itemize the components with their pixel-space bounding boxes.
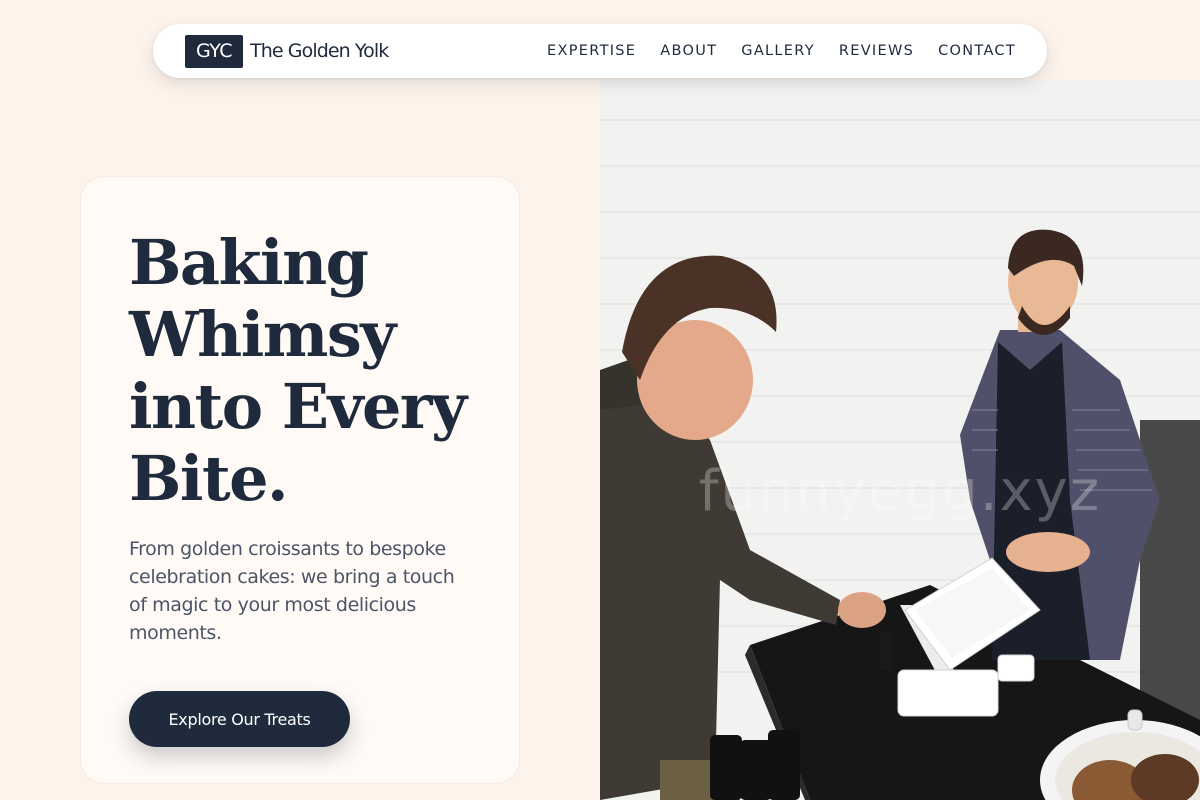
nav-link-contact[interactable]: CONTACT [938, 43, 1016, 59]
main-nav: GYC The Golden Yolk EXPERTISE ABOUT GALL… [153, 24, 1047, 78]
nav-link-reviews[interactable]: REVIEWS [839, 43, 914, 59]
hero-card: Baking Whimsy into Every Bite. From gold… [80, 176, 520, 784]
nav-link-about[interactable]: ABOUT [660, 43, 717, 59]
explore-treats-button[interactable]: Explore Our Treats [129, 691, 350, 747]
hero-title-line: Whimsy [129, 298, 396, 371]
brand-mark: GYC [185, 34, 243, 68]
nav-links: EXPERTISE ABOUT GALLERY REVIEWS CONTACT [547, 43, 1016, 59]
brand-logo[interactable]: GYC The Golden Yolk [185, 34, 389, 68]
hero-title: Baking Whimsy into Every Bite. [129, 227, 471, 515]
nav-link-gallery[interactable]: GALLERY [741, 43, 815, 59]
hero-title-line: Baking [129, 226, 369, 299]
hero-photo: funnyegg.xyz [600, 80, 1200, 800]
watermark-text: funnyegg.xyz [699, 459, 1101, 524]
hero-subtitle: From golden croissants to bespoke celebr… [129, 538, 455, 644]
brand-name: The Golden Yolk [250, 40, 389, 62]
hero-title-line: Bite. [129, 442, 289, 515]
hero-title-line: into Every [129, 370, 467, 443]
nav-link-expertise[interactable]: EXPERTISE [547, 43, 636, 59]
